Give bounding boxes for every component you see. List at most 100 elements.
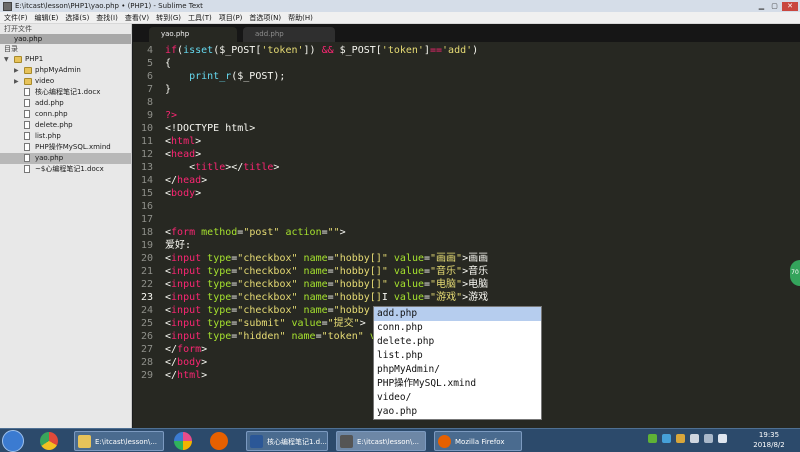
title-bar: E:\itcast\lesson\PHP1\yao.php • (PHP1) -…: [0, 0, 800, 12]
menu-help[interactable]: 帮助(H): [288, 13, 313, 23]
colorful-app-icon[interactable]: [174, 432, 192, 450]
autocomplete-option[interactable]: list.php: [374, 349, 541, 363]
tree-file[interactable]: delete.php: [0, 120, 131, 131]
minimize-icon[interactable]: ▁: [756, 2, 767, 11]
taskbar-task-sublime[interactable]: E:\itcast\lesson\...: [336, 431, 426, 451]
code-line[interactable]: <input type="submit" value="提交">: [165, 317, 366, 330]
code-token: ($_POST[: [213, 45, 262, 56]
autocomplete-option[interactable]: PHP操作MySQL.xmind: [374, 377, 541, 391]
tree-file[interactable]: yao.php: [0, 153, 131, 164]
menu-selection[interactable]: 选择(S): [65, 13, 89, 23]
autocomplete-option[interactable]: phpMyAdmin/: [374, 363, 541, 377]
menu-project[interactable]: 项目(P): [219, 13, 243, 23]
code-line[interactable]: <input type="hidden" name="token" va: [165, 330, 382, 343]
chevron-down-icon[interactable]: ▼: [4, 54, 9, 65]
code-token: <: [165, 162, 196, 173]
tray-volume-icon[interactable]: [704, 434, 713, 443]
code-token: "电脑": [430, 279, 463, 290]
tree-folder[interactable]: ▶ video: [0, 76, 131, 87]
code-line[interactable]: print_r($_POST);: [165, 70, 285, 83]
line-number: 25: [140, 318, 153, 329]
tree-folder[interactable]: ▼ PHP1: [0, 54, 131, 65]
code-token: ?>: [165, 110, 178, 121]
line-number: 22: [140, 279, 153, 290]
autocomplete-option[interactable]: delete.php: [374, 335, 541, 349]
menu-view[interactable]: 查看(V): [125, 13, 149, 23]
tab-add-php[interactable]: add.php: [243, 27, 335, 42]
code-token: head: [171, 149, 196, 160]
tray-speaker-icon[interactable]: [718, 434, 727, 443]
code-line[interactable]: <input type="checkbox" name="hobby: [165, 304, 370, 317]
code-line[interactable]: </head>: [165, 174, 207, 187]
code-token: "checkbox": [237, 279, 298, 290]
start-button[interactable]: [2, 430, 24, 452]
taskbar-task-firefox[interactable]: Mozilla Firefox: [434, 431, 522, 451]
menu-bar: 文件(F) 编辑(E) 选择(S) 查找(I) 查看(V) 转到(G) 工具(T…: [0, 12, 800, 24]
tray-shield-icon[interactable]: [676, 434, 685, 443]
code-line[interactable]: <!DOCTYPE html>: [165, 122, 255, 135]
tab-yao-php[interactable]: yao.php: [149, 27, 237, 42]
tree-file[interactable]: conn.php: [0, 109, 131, 120]
autocomplete-option[interactable]: yao.php: [374, 405, 541, 419]
autocomplete-option[interactable]: video/: [374, 391, 541, 405]
autocomplete-option[interactable]: conn.php: [374, 321, 541, 335]
code-line[interactable]: </form>: [165, 343, 207, 356]
chevron-right-icon[interactable]: ▶: [14, 65, 19, 76]
code-line[interactable]: <input type="checkbox" name="hobby[]I va…: [165, 291, 488, 304]
sublime-app-icon: [3, 1, 12, 11]
menu-goto[interactable]: 转到(G): [156, 13, 181, 23]
code-line[interactable]: <input type="checkbox" name="hobby[]" va…: [165, 265, 488, 278]
menu-tools[interactable]: 工具(T): [188, 13, 212, 23]
code-line[interactable]: <body>: [165, 187, 201, 200]
code-token: print_r: [189, 71, 232, 82]
tree-item-label: 核心编程笔记1.docx: [35, 88, 101, 96]
chrome-pin-icon[interactable]: [40, 432, 58, 450]
folder-icon: [14, 56, 22, 63]
autocomplete-option[interactable]: add.php: [374, 307, 541, 321]
firefox-icon: [438, 435, 451, 448]
code-line[interactable]: <html>: [165, 135, 201, 148]
open-file-item[interactable]: yao.php: [0, 34, 131, 44]
tree-file[interactable]: ~$心编程笔记1.docx: [0, 164, 131, 175]
tree-file[interactable]: add.php: [0, 98, 131, 109]
line-number-gutter: 4 5 6 7 8 9 10 11 12 13 14 15 16 17 18 19 20 21 22 23 24 25 26…: [133, 42, 155, 428]
code-line[interactable]: <title></title>: [165, 161, 279, 174]
scroll-badge[interactable]: 70: [790, 260, 800, 286]
taskbar-task-word[interactable]: 核心编程笔记1.d...: [246, 431, 328, 451]
code-line[interactable]: </html>: [165, 369, 207, 382]
tray-network-icon[interactable]: [648, 434, 657, 443]
tree-file[interactable]: 核心编程笔记1.docx: [0, 87, 131, 98]
tree-file[interactable]: PHP操作MySQL.xmind: [0, 142, 131, 153]
code-token: form: [171, 227, 196, 238]
code-line[interactable]: <head>: [165, 148, 201, 161]
maximize-icon[interactable]: ▢: [769, 2, 780, 11]
tray-app-icon[interactable]: [662, 434, 671, 443]
taskbar-clock[interactable]: 19:35 2018/8/2: [744, 430, 794, 450]
code-token: name: [303, 279, 328, 290]
code-line[interactable]: ?>: [165, 109, 177, 122]
code-line[interactable]: }: [165, 83, 171, 96]
code-line[interactable]: if(isset($_POST['token']) && $_POST['tok…: [165, 44, 478, 57]
tree-folder[interactable]: ▶ phpMyAdmin: [0, 65, 131, 76]
menu-preferences[interactable]: 首选项(N): [249, 13, 281, 23]
code-line[interactable]: <input type="checkbox" name="hobby[]" va…: [165, 278, 488, 291]
line-number: 21: [140, 266, 153, 277]
firefox-pin-icon[interactable]: [210, 432, 228, 450]
code-line[interactable]: <input type="checkbox" name="hobby[]" va…: [165, 252, 488, 265]
code-line[interactable]: {: [165, 57, 171, 70]
menu-edit[interactable]: 编辑(E): [35, 13, 59, 23]
code-line[interactable]: <form method="post" action="">: [165, 226, 346, 239]
code-line[interactable]: </body>: [165, 356, 207, 369]
close-icon[interactable]: ✕: [782, 1, 798, 11]
tree-file[interactable]: list.php: [0, 131, 131, 142]
tray-flag-icon[interactable]: [690, 434, 699, 443]
menu-file[interactable]: 文件(F): [4, 13, 28, 23]
code-token: body: [171, 188, 196, 199]
line-number: 29: [140, 370, 153, 381]
chevron-right-icon[interactable]: ▶: [14, 76, 19, 87]
taskbar-task-explorer[interactable]: E:\itcast\lesson\...: [74, 431, 164, 451]
file-icon: [24, 165, 30, 173]
code-line[interactable]: 爱好:: [165, 239, 191, 252]
code-token: "hobby: [333, 305, 370, 316]
menu-find[interactable]: 查找(I): [96, 13, 118, 23]
